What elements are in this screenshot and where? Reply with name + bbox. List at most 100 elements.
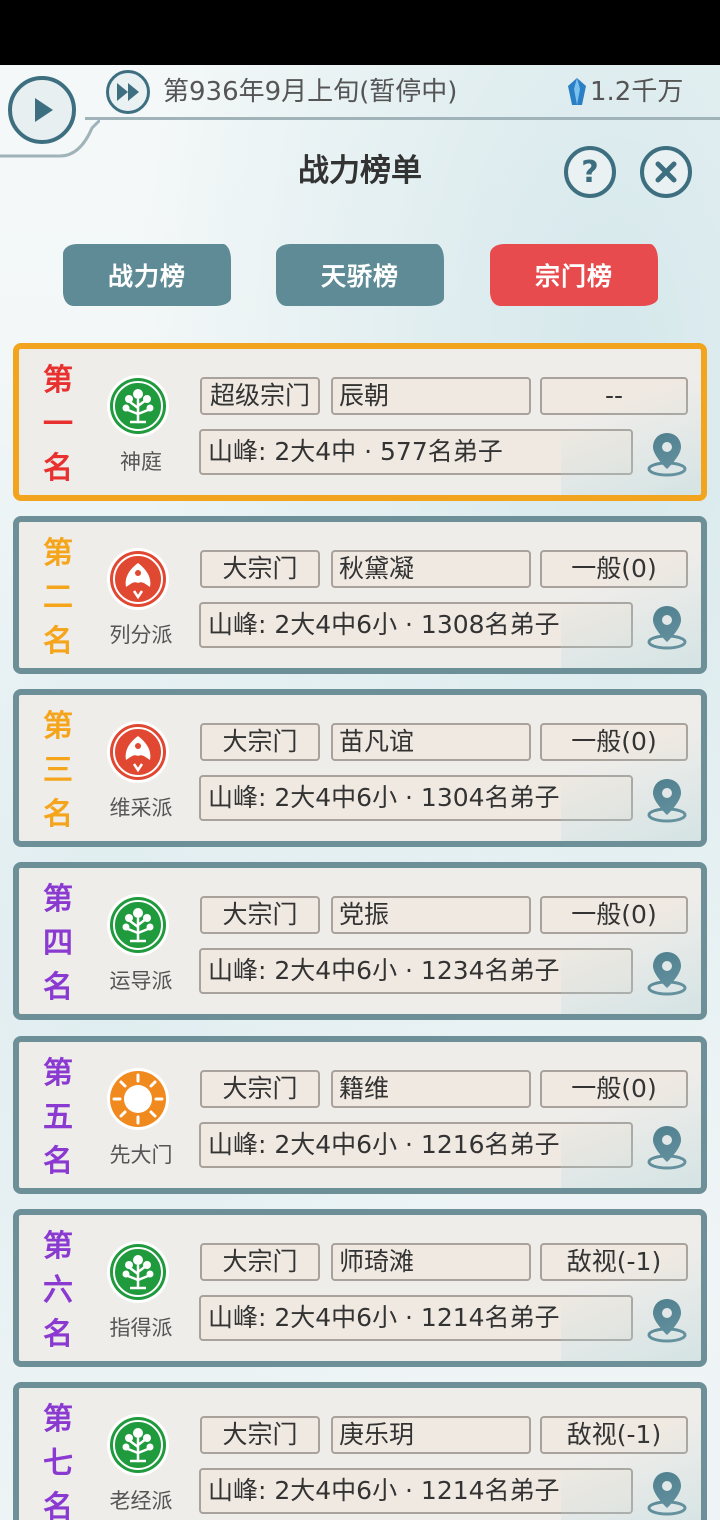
sect-rank-card[interactable]: 第二名 列分派 大宗门 秋黛凝 一般(0) 山峰: 2大4中6小 · 1308名弟子 xyxy=(13,516,707,674)
rank-label: 第六名 xyxy=(39,1225,77,1357)
sect-peaks-disciples: 山峰: 2大4中6小 · 1234名弟子 xyxy=(199,948,633,994)
sect-emblem[interactable] xyxy=(105,373,171,439)
rank-label: 第七名 xyxy=(39,1398,77,1520)
rank-char: 六 xyxy=(43,1273,73,1308)
sect-rank-card[interactable]: 第七名老经派 大宗门 庚乐玥 敌视(-1) 山峰: 2大4中6小 · 1214名弟子 xyxy=(13,1382,707,1520)
sect-emblem[interactable] xyxy=(105,1066,171,1132)
sect-tier: 大宗门 xyxy=(200,1416,320,1454)
sect-leader: 辰朝 xyxy=(331,377,531,415)
tree-icon xyxy=(107,375,169,437)
rank-char: 第 xyxy=(43,363,73,398)
locate-button[interactable] xyxy=(643,775,691,823)
play-button[interactable] xyxy=(8,76,76,144)
close-button[interactable] xyxy=(640,146,692,198)
sect-tier: 大宗门 xyxy=(200,896,320,934)
rank-char: 一 xyxy=(43,407,73,442)
rank-char: 名 xyxy=(43,624,73,659)
phoenix-icon xyxy=(107,721,169,783)
tab-prodigy[interactable]: 天骄榜 xyxy=(276,244,444,306)
sect-rank-card[interactable]: 第三名维采派 大宗门 苗凡谊 一般(0) 山峰: 2大4中6小 · 1304名弟子 xyxy=(13,689,707,847)
sun-icon xyxy=(107,1068,169,1130)
sect-relation: 一般(0) xyxy=(540,896,688,934)
rank-char: 二 xyxy=(43,580,73,615)
rank-char: 三 xyxy=(43,753,73,788)
sect-name: 列分派 xyxy=(109,623,173,647)
locate-button[interactable] xyxy=(643,1122,691,1170)
sect-rank-card[interactable]: 第六名指得派 大宗门 师琦滩 敌视(-1) 山峰: 2大4中6小 · 1214名弟子 xyxy=(13,1209,707,1367)
sect-rank-card[interactable]: 第一名神庭 超级宗门 辰朝 -- 山峰: 2大4中 · 577名弟子 xyxy=(13,343,707,501)
sect-name: 先大门 xyxy=(109,1143,173,1167)
sect-name: 运导派 xyxy=(109,969,173,993)
tree-icon xyxy=(107,1241,169,1303)
locate-button[interactable] xyxy=(643,1295,691,1343)
close-icon xyxy=(655,161,677,183)
sect-relation: 一般(0) xyxy=(540,1070,688,1108)
sect-tier: 大宗门 xyxy=(200,1243,320,1281)
sect-emblem[interactable] xyxy=(105,892,171,958)
map-pin-icon xyxy=(647,1472,687,1516)
rank-char: 七 xyxy=(43,1446,73,1481)
rank-char: 第 xyxy=(43,1229,73,1264)
locate-button[interactable] xyxy=(643,1468,691,1516)
tree-icon xyxy=(107,894,169,956)
sect-relation: -- xyxy=(540,377,688,415)
sect-tier: 超级宗门 xyxy=(200,377,320,415)
sect-relation: 一般(0) xyxy=(540,550,688,588)
sect-emblem[interactable] xyxy=(105,1412,171,1478)
help-button[interactable]: ? xyxy=(564,146,616,198)
sect-emblem[interactable] xyxy=(105,719,171,785)
sect-name: 指得派 xyxy=(109,1316,173,1340)
sect-peaks-disciples: 山峰: 2大4中 · 577名弟子 xyxy=(199,429,633,475)
sect-leader: 苗凡谊 xyxy=(331,723,531,761)
tab-sect[interactable]: 宗门榜 xyxy=(490,244,658,306)
fast-forward-icon xyxy=(117,83,139,101)
map-pin-icon xyxy=(647,433,687,477)
sect-leader: 师琦滩 xyxy=(331,1243,531,1281)
sect-peaks-disciples: 山峰: 2大4中6小 · 1214名弟子 xyxy=(199,1295,633,1341)
sect-relation: 敌视(-1) xyxy=(540,1416,688,1454)
sect-tier: 大宗门 xyxy=(200,550,320,588)
sect-relation: 敌视(-1) xyxy=(540,1243,688,1281)
fast-forward-button[interactable] xyxy=(106,70,150,114)
locate-button[interactable] xyxy=(643,602,691,650)
rank-char: 第 xyxy=(43,709,73,744)
tab-combat-power[interactable]: 战力榜 xyxy=(63,244,231,306)
map-pin-icon xyxy=(647,1126,687,1170)
tab-label: 天骄榜 xyxy=(320,262,399,291)
rank-char: 名 xyxy=(43,797,73,832)
locate-button[interactable] xyxy=(643,429,691,477)
rank-label: 第五名 xyxy=(39,1052,77,1184)
rank-char: 名 xyxy=(43,451,73,486)
sect-emblem[interactable] xyxy=(105,546,171,612)
rank-char: 名 xyxy=(43,970,73,1005)
rank-label: 第三名 xyxy=(39,705,77,837)
sect-tier: 大宗门 xyxy=(200,1070,320,1108)
rank-char: 名 xyxy=(43,1144,73,1179)
tab-label: 战力榜 xyxy=(107,262,186,291)
play-icon xyxy=(35,98,53,122)
sect-emblem[interactable] xyxy=(105,1239,171,1305)
sect-relation: 一般(0) xyxy=(540,723,688,761)
sect-tier: 大宗门 xyxy=(200,723,320,761)
locate-button[interactable] xyxy=(643,948,691,996)
currency-display: 1.2千万 xyxy=(566,74,683,110)
phoenix-icon xyxy=(107,548,169,610)
sect-leader: 庚乐玥 xyxy=(331,1416,531,1454)
game-date: 第936年9月上旬(暂停中) xyxy=(163,77,458,107)
map-pin-icon xyxy=(647,606,687,650)
rank-label: 第四名 xyxy=(39,878,77,1010)
rank-char: 第 xyxy=(43,536,73,571)
rank-char: 四 xyxy=(43,926,73,961)
currency-value: 1.2千万 xyxy=(590,77,684,107)
help-icon: ? xyxy=(581,154,599,190)
sect-peaks-disciples: 山峰: 2大4中6小 · 1216名弟子 xyxy=(199,1122,633,1168)
sect-name: 神庭 xyxy=(120,450,162,474)
sect-peaks-disciples: 山峰: 2大4中6小 · 1214名弟子 xyxy=(199,1468,633,1514)
sect-peaks-disciples: 山峰: 2大4中6小 · 1308名弟子 xyxy=(199,602,633,648)
rank-label: 第一名 xyxy=(39,359,77,491)
sect-leader: 秋黛凝 xyxy=(331,550,531,588)
map-pin-icon xyxy=(647,952,687,996)
sect-rank-card[interactable]: 第五名先大门 大宗门 籍维 一般(0) 山峰: 2大4中6小 · 1216名弟子 xyxy=(13,1036,707,1194)
map-pin-icon xyxy=(647,779,687,823)
sect-rank-card[interactable]: 第四名运导派 大宗门 党振 一般(0) 山峰: 2大4中6小 · 1234名弟子 xyxy=(13,862,707,1020)
